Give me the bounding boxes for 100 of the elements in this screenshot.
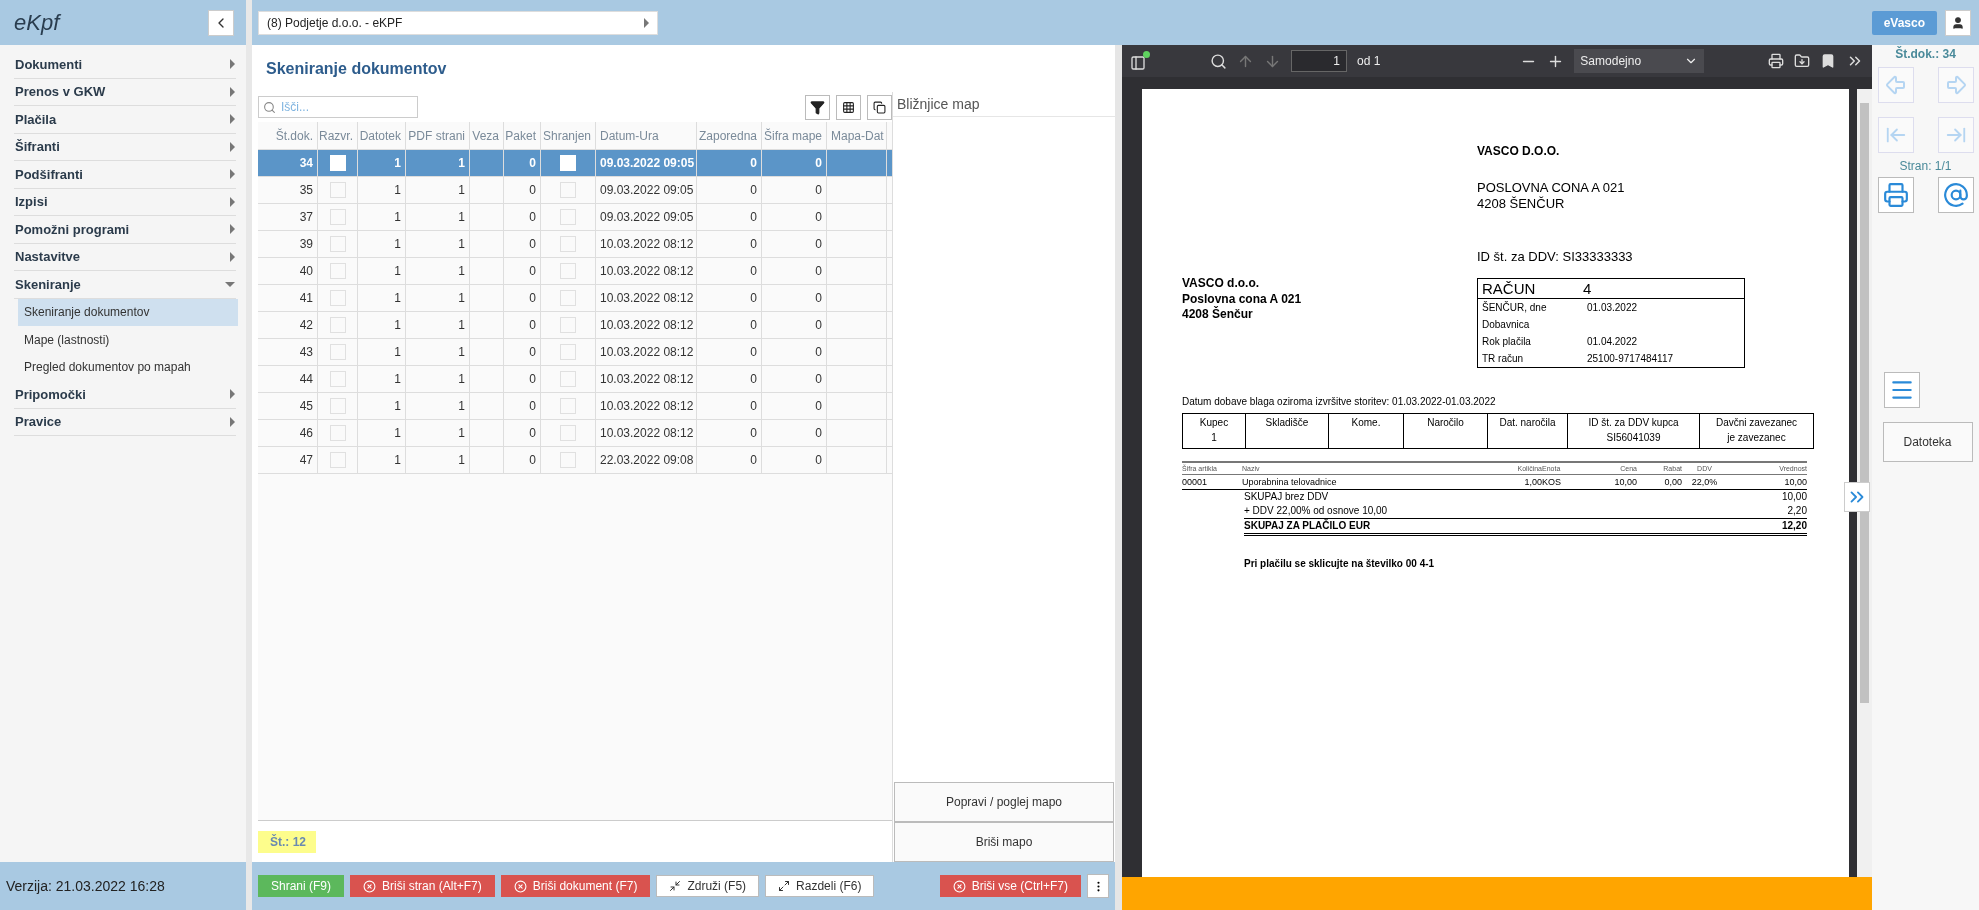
company-selector[interactable]: (8) Podjetje d.o.o. - eKPF xyxy=(258,10,658,35)
checkbox[interactable] xyxy=(329,290,346,306)
checkbox[interactable] xyxy=(560,209,576,225)
filter-icon[interactable] xyxy=(805,94,830,120)
more-options-icon[interactable] xyxy=(1087,874,1109,898)
table-row[interactable]: 47 1 1 0 22.03.2022 09:08 0 0 xyxy=(258,447,892,474)
at-sign-icon[interactable] xyxy=(1937,177,1974,213)
sidebar-item[interactable]: Nastavitve xyxy=(14,243,236,271)
table-row[interactable]: 43 1 1 0 10.03.2022 08:12 0 0 xyxy=(258,339,892,366)
column-header[interactable]: Razvr. xyxy=(318,122,358,149)
first-page-icon[interactable] xyxy=(1877,117,1914,153)
table-row[interactable]: 39 1 1 0 10.03.2022 08:12 0 0 xyxy=(258,231,892,258)
column-header[interactable]: Paket xyxy=(504,122,541,149)
column-header[interactable]: Datum-Ura xyxy=(596,122,697,149)
table-row[interactable]: 45 1 1 0 10.03.2022 08:12 0 0 xyxy=(258,393,892,420)
table-row[interactable]: 41 1 1 0 10.03.2022 08:12 0 0 xyxy=(258,285,892,312)
expand-arrows-icon xyxy=(778,880,791,892)
checkbox[interactable] xyxy=(329,182,346,198)
sidebar-item[interactable]: Pomožni programi xyxy=(14,216,236,244)
grid-icon[interactable] xyxy=(836,94,861,120)
column-header[interactable]: Shranjen xyxy=(541,122,596,149)
arrow-left-icon[interactable] xyxy=(1877,67,1914,103)
column-header[interactable]: Šifra mape xyxy=(762,122,827,149)
folder-button[interactable]: Popravi / poglej mapo xyxy=(894,782,1114,822)
column-header[interactable]: Mapa-Dat xyxy=(827,122,887,149)
shrink-arrows-icon xyxy=(669,880,682,892)
folder-button[interactable]: Briši mapo xyxy=(894,822,1114,862)
table-row[interactable]: 37 1 1 0 09.03.2022 09:05 0 0 xyxy=(258,204,892,231)
column-header[interactable]: Datotek xyxy=(358,122,406,149)
checkbox[interactable] xyxy=(329,263,346,279)
sidebar-item[interactable]: Pripomočki xyxy=(14,381,236,409)
sidebar-item[interactable]: Šifranti xyxy=(14,133,236,161)
user-icon[interactable] xyxy=(1945,9,1971,36)
checkbox[interactable] xyxy=(329,425,346,441)
double-chevron-icon[interactable] xyxy=(1844,482,1870,512)
arrow-right-icon[interactable] xyxy=(1937,67,1974,103)
window-icon[interactable] xyxy=(867,94,892,120)
column-header[interactable]: Št.dok. xyxy=(258,122,318,149)
sidebar-item[interactable]: Prenos v GKW xyxy=(14,78,236,106)
sidebar-subitem[interactable]: Mape (lastnosti) xyxy=(18,326,238,354)
sidebar-subitem[interactable]: Pregled dokumentov po mapah xyxy=(18,353,238,381)
checkbox[interactable] xyxy=(329,317,346,333)
menu-icon[interactable] xyxy=(1883,372,1920,408)
column-header[interactable]: PDF strani xyxy=(406,122,470,149)
sidebar-item[interactable]: Plačila xyxy=(14,106,236,134)
action-button[interactable]: Briši dokument (F7) xyxy=(500,875,651,897)
table-cell: 0 xyxy=(504,150,541,176)
bookmark-icon[interactable] xyxy=(1820,53,1836,69)
sidebar-toggle-icon[interactable] xyxy=(1130,51,1150,71)
checkbox[interactable] xyxy=(560,317,576,333)
checkbox[interactable] xyxy=(329,344,346,360)
checkbox[interactable] xyxy=(560,344,576,360)
info-value: je zavezanec xyxy=(1726,430,1787,445)
sidebar-item[interactable]: Dokumenti xyxy=(14,51,236,79)
checkbox[interactable] xyxy=(560,452,576,468)
checkbox[interactable] xyxy=(329,236,346,252)
column-header[interactable]: Zaporedna xyxy=(697,122,762,149)
file-button[interactable]: Datoteka xyxy=(1882,422,1973,462)
table-cell: 1 xyxy=(358,420,406,446)
sidebar-item[interactable]: Pravice xyxy=(14,408,236,436)
sidebar-subitem[interactable]: Skeniranje dokumentov xyxy=(18,298,238,326)
table-row[interactable]: 42 1 1 0 10.03.2022 08:12 0 0 xyxy=(258,312,892,339)
checkbox[interactable] xyxy=(329,371,346,387)
download-icon[interactable] xyxy=(1794,53,1810,69)
action-button[interactable]: Briši vse (Ctrl+F7) xyxy=(939,875,1081,897)
checkbox[interactable] xyxy=(560,236,576,252)
print-icon[interactable] xyxy=(1877,177,1914,213)
action-button[interactable]: Razdeli (F6) xyxy=(765,875,875,897)
table-cell: 0 xyxy=(504,231,541,257)
checkbox[interactable] xyxy=(560,182,576,198)
search-icon[interactable] xyxy=(1210,52,1227,70)
checkbox[interactable] xyxy=(329,398,346,414)
collapse-sidebar-button[interactable] xyxy=(208,9,234,36)
seller-address-line: 4208 ŠENČUR xyxy=(1477,196,1566,214)
sidebar-item[interactable]: Izpisi xyxy=(14,188,236,216)
sidebar-item[interactable]: Skeniranje xyxy=(14,271,236,299)
last-page-icon[interactable] xyxy=(1937,117,1974,153)
action-button[interactable]: Združi (F5) xyxy=(656,875,760,897)
page-number-field[interactable]: 1 xyxy=(1291,50,1347,72)
zoom-select[interactable]: Samodejno xyxy=(1574,49,1705,73)
scrollbar-thumb[interactable] xyxy=(1860,103,1869,703)
print-icon[interactable] xyxy=(1768,53,1784,69)
invoice-field-value: 01.04.2022 xyxy=(1587,335,1638,350)
sidebar-item[interactable]: Podšifranti xyxy=(14,161,236,189)
checkbox[interactable] xyxy=(329,209,346,225)
action-button[interactable]: Briši stran (Alt+F7) xyxy=(350,875,495,897)
checkbox[interactable] xyxy=(560,371,576,387)
checkbox[interactable] xyxy=(560,425,576,441)
table-row[interactable]: 40 1 1 0 10.03.2022 08:12 0 0 xyxy=(258,258,892,285)
checkbox[interactable] xyxy=(560,290,576,306)
checkbox[interactable] xyxy=(560,263,576,279)
table-row[interactable]: 35 1 1 0 09.03.2022 09:05 0 0 xyxy=(258,177,892,204)
checkbox[interactable] xyxy=(560,398,576,414)
search-field[interactable]: Išči... xyxy=(258,96,418,118)
checkbox[interactable] xyxy=(329,452,346,468)
table-row[interactable]: 44 1 1 0 10.03.2022 08:12 0 0 xyxy=(258,366,892,393)
table-cell: 34 xyxy=(258,150,318,176)
table-cell: 0 xyxy=(504,339,541,365)
table-row[interactable]: 46 1 1 0 10.03.2022 08:12 0 0 xyxy=(258,420,892,447)
table-cell: 0 xyxy=(504,285,541,311)
